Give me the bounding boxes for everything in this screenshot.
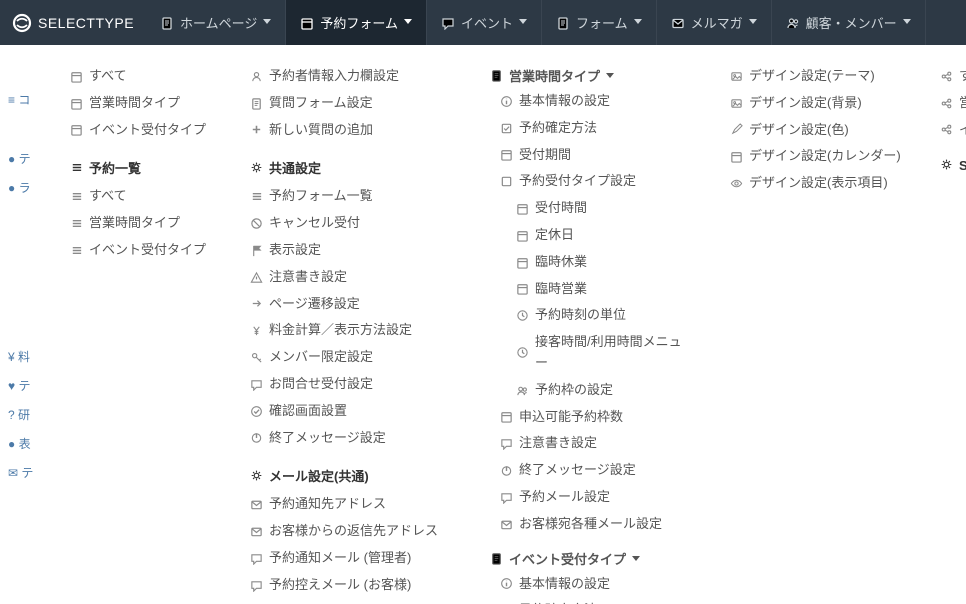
head-seo: SEO設定 bbox=[940, 155, 966, 174]
nav-reservation-form[interactable]: 予約フォーム bbox=[286, 0, 427, 45]
sidebar-peek-item[interactable]: ¥ 料 bbox=[6, 342, 44, 371]
caret-down-icon bbox=[263, 19, 271, 27]
nav-mailmag[interactable]: メルマガ bbox=[657, 0, 772, 45]
menu-temp-open[interactable]: 臨時営業 bbox=[516, 276, 694, 303]
menu-confirm-screen[interactable]: 確認画面設置 bbox=[250, 398, 454, 425]
menu-notify-address[interactable]: 予約通知先アドレス bbox=[250, 491, 454, 518]
mega-col-2: 予約者情報入力欄設定 質問フォーム設定 新しい質問の追加 共通設定 予約フォーム… bbox=[242, 63, 462, 604]
mega-col-3: 営業時間タイプ 基本情報の設定 予約確定方法 受付期間 予約受付タイプ設定 受付… bbox=[482, 63, 702, 604]
caret-down-icon bbox=[749, 19, 757, 27]
menu-basic-info[interactable]: 基本情報の設定 bbox=[500, 88, 694, 115]
menu-display-settings[interactable]: 表示設定 bbox=[250, 237, 454, 264]
expand-biz-hours[interactable]: 営業時間タイプ bbox=[490, 63, 694, 88]
menu-res-mail[interactable]: 予約メール設定 bbox=[500, 484, 694, 511]
menu-new-question[interactable]: 新しい質問の追加 bbox=[250, 117, 454, 144]
brand-logo[interactable]: SELECTTYPE bbox=[0, 0, 146, 45]
menu-copy-mail-customer[interactable]: 予約控えメール (お客様) bbox=[250, 572, 454, 599]
menu-list-all[interactable]: すべて bbox=[70, 183, 214, 210]
menu-confirm-method[interactable]: 予約確定方法 bbox=[500, 115, 694, 142]
menu-accept-time[interactable]: 受付時間 bbox=[516, 195, 694, 222]
menu-pricing[interactable]: 料金計算／表示方法設定 bbox=[250, 317, 454, 344]
sidebar-peek-item[interactable]: ● 表 bbox=[6, 429, 44, 458]
menu-design-theme[interactable]: デザイン設定(テーマ) bbox=[730, 63, 904, 90]
menu-list-event[interactable]: イベント受付タイプ bbox=[70, 237, 214, 264]
head-common-settings: 共通設定 bbox=[250, 158, 454, 177]
sidebar-peek-item[interactable]: ≡ コ bbox=[6, 85, 44, 114]
sidebar-peek-item[interactable]: ✉ テ bbox=[6, 458, 44, 487]
menu-reply-address[interactable]: お客様からの返信先アドレス bbox=[250, 518, 454, 545]
menu-notify-mail-admin[interactable]: 予約通知メール (管理者) bbox=[250, 545, 454, 572]
menu-slot-settings[interactable]: 予約枠の設定 bbox=[516, 377, 694, 404]
menu-time-unit[interactable]: 予約時刻の単位 bbox=[516, 302, 694, 329]
menu-design-calendar[interactable]: デザイン設定(カレンダー) bbox=[730, 143, 904, 170]
menu-share-all[interactable]: すべて bbox=[940, 63, 966, 90]
sidebar-peek-item[interactable]: ● テ bbox=[6, 144, 44, 173]
mega-col-5: すべて 営業時 イベン SEO設定 bbox=[932, 63, 966, 604]
menu-list-bizhours[interactable]: 営業時間タイプ bbox=[70, 210, 214, 237]
head-mail-settings: メール設定(共通) bbox=[250, 466, 454, 485]
menu-biz-hours-type[interactable]: 営業時間タイプ bbox=[70, 90, 214, 117]
menu-approve-mail[interactable]: 予約承認メール (お客様) bbox=[250, 599, 454, 604]
nav-customer[interactable]: 顧客・メンバー bbox=[772, 0, 926, 45]
mega-menu: すべて 営業時間タイプ イベント受付タイプ 予約一覧 すべて 営業時間タイプ イ… bbox=[50, 45, 966, 604]
menu-closed-day[interactable]: 定休日 bbox=[516, 222, 694, 249]
menu-notice2[interactable]: 注意書き設定 bbox=[500, 430, 694, 457]
mega-col-1: すべて 営業時間タイプ イベント受付タイプ 予約一覧 すべて 営業時間タイプ イ… bbox=[62, 63, 222, 604]
caret-down-icon bbox=[634, 19, 642, 27]
caret-down-icon bbox=[404, 19, 412, 27]
nav-homepage[interactable]: ホームページ bbox=[146, 0, 286, 45]
menu-service-time[interactable]: 接客時間/利用時間メニュー bbox=[516, 329, 694, 377]
menu-share-event[interactable]: イベン bbox=[940, 117, 966, 144]
menu-customer-mails[interactable]: お客様宛各種メール設定 bbox=[500, 511, 694, 538]
menu-notice-settings[interactable]: 注意書き設定 bbox=[250, 264, 454, 291]
caret-down-icon bbox=[632, 556, 640, 561]
menu-form-list[interactable]: 予約フォーム一覧 bbox=[250, 183, 454, 210]
menu-reserver-info[interactable]: 予約者情報入力欄設定 bbox=[250, 63, 454, 90]
left-sidebar-peek: ≡ コ ● テ ● ラ ¥ 料 ♥ テ ? 研 ● 表 ✉ テ bbox=[0, 55, 50, 493]
caret-down-icon bbox=[519, 19, 527, 27]
menu-cancel-accept[interactable]: キャンセル受付 bbox=[250, 210, 454, 237]
menu-temp-closed[interactable]: 臨時休業 bbox=[516, 249, 694, 276]
menu-accept-period[interactable]: 受付期間 bbox=[500, 142, 694, 169]
menu-design-color[interactable]: デザイン設定(色) bbox=[730, 117, 904, 144]
menu-slot-count[interactable]: 申込可能予約枠数 bbox=[500, 404, 694, 431]
menu-event-type[interactable]: イベント受付タイプ bbox=[70, 117, 214, 144]
menu-design-bg[interactable]: デザイン設定(背景) bbox=[730, 90, 904, 117]
menu-question-form[interactable]: 質問フォーム設定 bbox=[250, 90, 454, 117]
menu-end-message[interactable]: 終了メッセージ設定 bbox=[250, 425, 454, 452]
sidebar-peek-item[interactable]: ● ラ bbox=[6, 173, 44, 202]
sidebar-peek-item[interactable]: ♥ テ bbox=[6, 371, 44, 400]
brand-text: SELECTTYPE bbox=[38, 15, 134, 31]
menu-inquiry-accept[interactable]: お問合せ受付設定 bbox=[250, 371, 454, 398]
menu-end-msg2[interactable]: 終了メッセージ設定 bbox=[500, 457, 694, 484]
menu-accept-type[interactable]: 予約受付タイプ設定 bbox=[500, 168, 694, 195]
menu-e-basic[interactable]: 基本情報の設定 bbox=[500, 571, 694, 598]
nav-form[interactable]: フォーム bbox=[542, 0, 657, 45]
menu-page-transition[interactable]: ページ遷移設定 bbox=[250, 291, 454, 318]
menu-design-items[interactable]: デザイン設定(表示項目) bbox=[730, 170, 904, 197]
menu-e-confirm[interactable]: 予約確定方法 bbox=[500, 597, 694, 604]
expand-event-type[interactable]: イベント受付タイプ bbox=[490, 546, 694, 571]
menu-share-biz[interactable]: 営業時 bbox=[940, 90, 966, 117]
caret-down-icon bbox=[903, 19, 911, 27]
mega-col-4: デザイン設定(テーマ) デザイン設定(背景) デザイン設定(色) デザイン設定(… bbox=[722, 63, 912, 604]
nav-event[interactable]: イベント bbox=[427, 0, 542, 45]
head-reservation-list: 予約一覧 bbox=[70, 158, 214, 177]
menu-member-only[interactable]: メンバー限定設定 bbox=[250, 344, 454, 371]
caret-down-icon bbox=[606, 73, 614, 78]
top-nav: SELECTTYPE ホームページ 予約フォーム イベント フォーム メルマガ … bbox=[0, 0, 966, 45]
menu-all[interactable]: すべて bbox=[70, 63, 214, 90]
sidebar-peek-item[interactable]: ? 研 bbox=[6, 400, 44, 429]
